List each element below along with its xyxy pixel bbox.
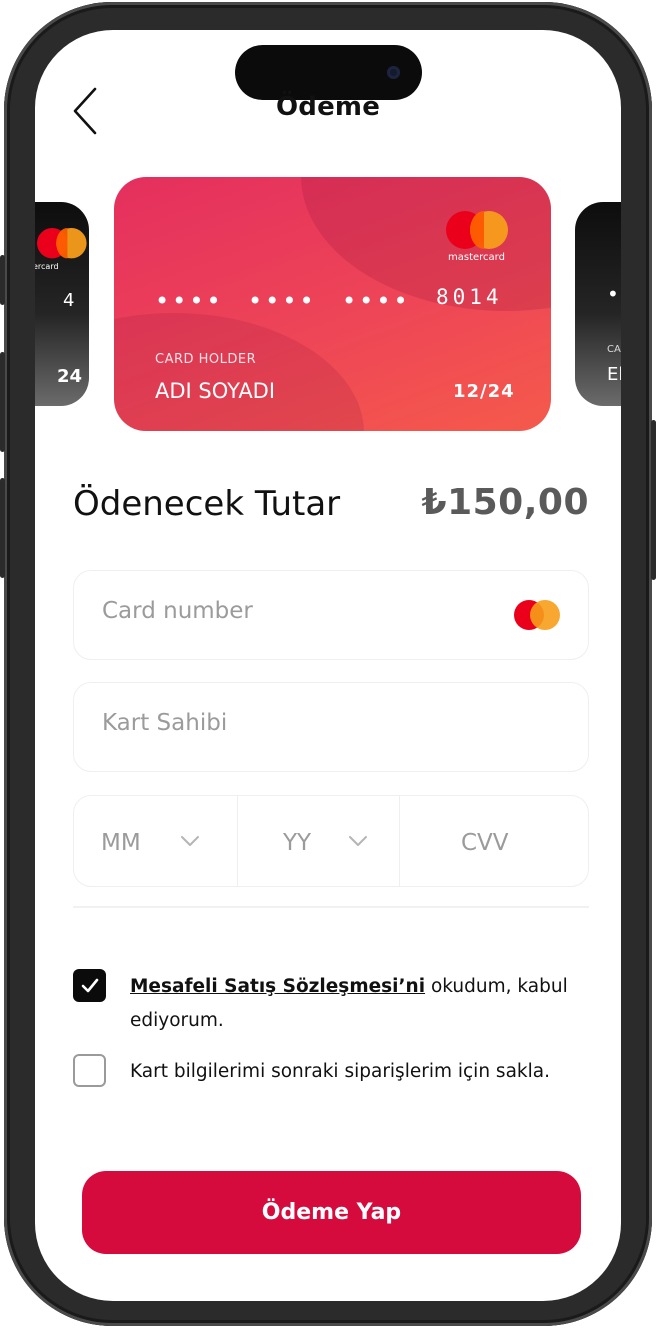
mastercard-text: ercard <box>35 262 59 271</box>
expiry-cvv-row: MM YY CVV <box>73 795 589 887</box>
card-holder-name-fragment: El <box>607 364 621 385</box>
card-decoration <box>114 313 364 431</box>
cvv-field[interactable]: CVV <box>400 796 588 886</box>
card-holder-field[interactable] <box>73 682 589 772</box>
chevron-down-icon <box>181 836 199 846</box>
card-brand: mastercard <box>448 252 505 263</box>
year-select[interactable]: YY <box>238 796 400 886</box>
page-title: Ödeme <box>275 92 381 122</box>
card-holder-input[interactable] <box>100 709 484 737</box>
power-button <box>651 420 656 580</box>
card-last-four: 8014 <box>436 285 503 309</box>
divider <box>73 906 589 908</box>
card-holder-label-fragment: CA <box>607 344 621 355</box>
card-expiry: 12/24 <box>453 381 515 402</box>
card-holder-label: CARD HOLDER <box>155 352 257 367</box>
card-number-field[interactable] <box>73 570 589 660</box>
terms-text-line2: ediyorum. <box>130 1010 224 1031</box>
card-expiry-fragment: 24 <box>57 366 83 387</box>
mastercard-logo <box>37 228 89 260</box>
card-number-group-1: •••• <box>155 287 224 315</box>
card-dots-fragment: • <box>607 282 619 306</box>
check-icon <box>81 978 99 993</box>
card-number-input[interactable] <box>100 597 484 625</box>
card-number-group-2: •••• <box>248 287 317 315</box>
amount-label: Ödenecek Tutar <box>73 484 341 524</box>
pay-button[interactable]: Ödeme Yap <box>82 1171 581 1254</box>
card-peek-right[interactable]: • CA El <box>575 202 621 406</box>
card-decoration <box>301 177 551 311</box>
card-number-group-3: •••• <box>342 287 411 315</box>
card-holder-name: ADI SOYADI <box>155 379 276 403</box>
card-peek-left[interactable]: ercard 4 24 <box>35 202 89 406</box>
save-card-text: Kart bilgilerimi sonraki siparişlerim iç… <box>130 1061 550 1082</box>
mastercard-icon <box>514 600 560 630</box>
screen: Ödeme ercard 4 24 • CA El mastercard •••… <box>35 30 621 1301</box>
card-number-fragment: 4 <box>63 290 75 311</box>
volume-up-button <box>0 352 5 452</box>
terms-text: Mesafeli Satış Sözleşmesi’ni okudum, kab… <box>130 970 568 1003</box>
camera-icon <box>387 66 400 79</box>
terms-link[interactable]: Mesafeli Satış Sözleşmesi’ni <box>130 976 425 997</box>
mastercard-logo <box>446 211 512 251</box>
selected-credit-card[interactable]: mastercard •••• •••• •••• 8014 CARD HOLD… <box>114 177 551 431</box>
year-placeholder: YY <box>283 830 312 856</box>
terms-checkbox[interactable] <box>73 969 106 1002</box>
terms-text-line1: okudum, kabul <box>430 976 568 997</box>
amount-value: ₺150,00 <box>421 482 589 523</box>
volume-down-button <box>0 478 5 578</box>
cvv-placeholder[interactable]: CVV <box>461 830 509 856</box>
save-card-checkbox[interactable] <box>73 1054 106 1087</box>
action-button <box>0 255 5 305</box>
month-select[interactable]: MM <box>74 796 238 886</box>
chevron-down-icon <box>349 836 367 846</box>
month-placeholder: MM <box>101 830 141 856</box>
